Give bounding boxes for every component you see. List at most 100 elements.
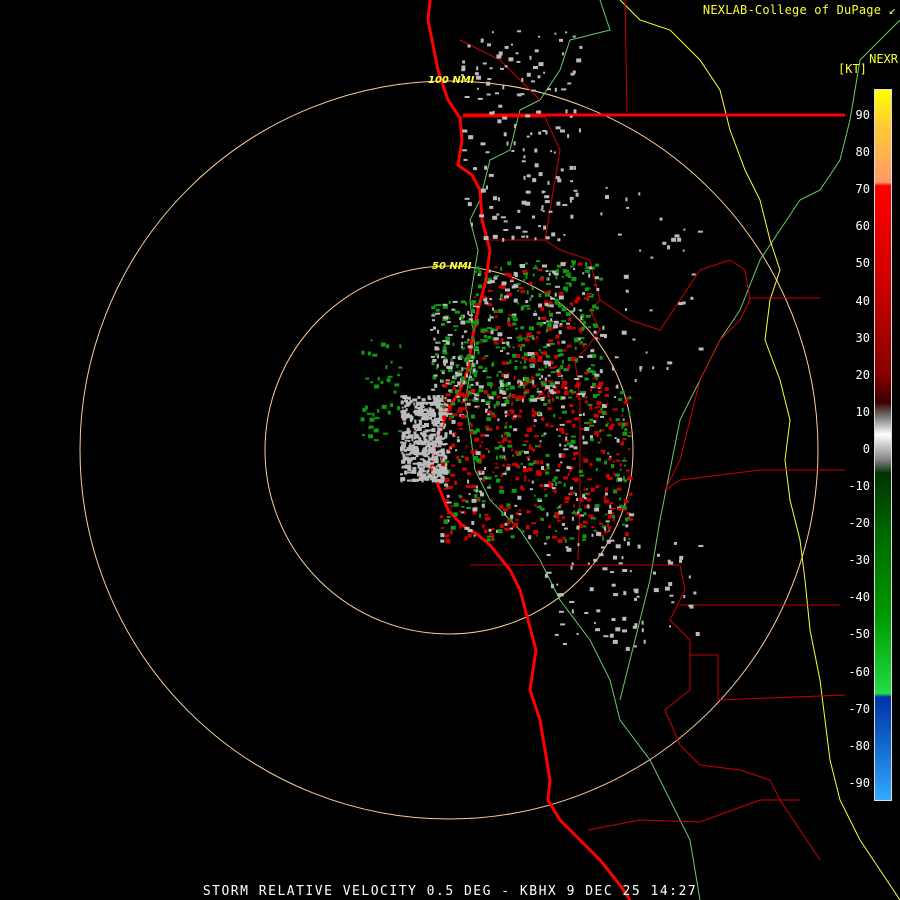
echo-pixel [364,405,368,410]
echo-pixel [513,428,518,432]
echo-pixel [437,427,440,432]
echo-pixel [448,300,451,304]
echo-pixel [557,539,563,544]
echo-pixel [433,474,436,479]
echo-pixel [470,451,475,454]
echo-pixel [472,507,478,512]
echo-pixel [540,306,544,311]
echo-pixel [569,491,574,495]
echo-pixel [479,214,485,218]
echo-pixel [558,367,561,372]
echo-pixel [467,529,473,533]
echo-pixel [549,425,554,428]
echo-pixel [509,359,512,364]
echo-pixel [466,485,471,489]
echo-pixel [440,539,445,543]
echo-pixel [504,45,509,49]
echo-pixel [541,466,544,470]
echo-pixel [557,354,561,357]
echo-pixel [524,434,529,437]
echo-pixel [446,501,452,504]
echo-pixel [585,261,587,266]
echo-pixel [465,500,469,503]
echo-pixel [418,439,421,442]
echo-pixel [556,201,561,206]
echo-pixel [533,338,536,341]
echo-pixel [554,87,557,92]
echo-pixel [438,471,441,473]
echo-pixel [585,396,588,399]
echo-pixel [445,380,450,383]
echo-pixel [623,464,626,467]
echo-pixel [534,237,537,241]
echo-pixel [499,524,504,529]
echo-pixel [596,434,599,437]
echo-pixel [486,185,488,190]
echo-pixel [603,531,608,533]
echo-pixel [540,322,544,326]
credit-text: NEXLAB-College of DuPage ↙ [703,3,896,17]
echo-pixel [528,462,534,466]
echo-pixel [511,448,514,451]
echo-pixel [430,441,435,446]
echo-pixel [482,62,487,65]
echo-pixel [582,272,585,275]
echo-pixel [628,538,631,540]
echo-pixel [605,403,609,406]
echo-pixel [615,418,620,422]
echo-pixel [546,554,551,556]
echo-pixel [570,310,574,313]
echo-pixel [431,388,436,391]
echo-pixel [558,303,562,308]
echo-pixel [487,382,493,387]
echo-pixel [515,327,518,330]
echo-pixel [667,245,670,250]
echo-pixel [575,513,578,517]
echo-pixel [567,82,572,85]
echo-pixel [510,527,513,530]
echo-pixel [487,335,492,339]
echo-pixel [433,326,436,330]
echo-pixel [463,511,466,515]
echo-pixel [400,400,404,405]
echo-pixel [555,469,560,472]
echo-pixel [580,316,583,320]
echo-pixel [614,356,619,359]
echo-pixel [628,476,633,480]
echo-pixel [575,192,579,197]
echo-pixel [591,364,595,367]
echo-pixel [493,337,499,341]
echo-pixel [536,390,542,393]
echo-pixel [461,69,466,72]
echo-pixel [578,524,583,528]
echo-pixel [488,269,491,273]
echo-pixel [669,594,674,597]
echo-pixel [513,522,518,527]
echo-pixel [547,320,551,324]
echo-pixel [553,320,559,324]
echo-pixel [575,358,578,363]
echo-pixel [498,285,501,289]
echo-pixel [448,408,452,412]
colorbar-tick: -60 [848,664,870,679]
echo-pixel [399,344,402,349]
coastline [426,0,632,900]
echo-pixel [698,347,704,351]
echo-pixel [526,72,531,77]
echo-pixel [556,583,559,586]
echo-pixel [605,423,609,427]
echo-pixel [611,514,615,518]
echo-pixel [501,346,506,350]
echo-pixel [420,417,426,421]
echo-pixel [460,383,463,386]
echo-pixel [574,378,580,380]
echo-pixel [533,66,538,69]
echo-pixel [614,396,617,399]
echo-pixel [616,384,619,389]
echo-pixel [583,521,588,524]
echo-pixel [615,459,621,462]
echo-pixel [430,328,434,331]
colorbar-tick: -40 [848,590,870,605]
colorbar-tick: -50 [848,627,870,642]
echo-pixel [520,264,525,268]
